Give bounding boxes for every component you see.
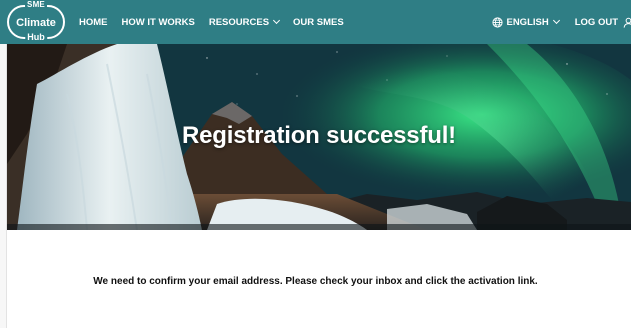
header-actions: ENGLISH LOG OUT [492,0,631,44]
sme-climate-hub-logo[interactable]: SME Climate Hub [7,1,65,42]
nav-resources[interactable]: RESOURCES [208,16,281,28]
user-icon [623,17,631,28]
page-title: Registration successful! [182,122,456,149]
page: SME Climate Hub HOME HOW IT WORKS RESOUR… [0,0,631,328]
nav-home[interactable]: HOME [79,17,108,28]
hero-banner: Registration successful! [7,44,631,230]
nav-how-it-works[interactable]: HOW IT WORKS [122,17,195,28]
logout-label: LOG OUT [574,16,618,28]
chevron-down-icon [273,16,281,25]
logo-text-climate: Climate [16,16,56,29]
globe-icon [492,16,504,28]
logo-text-hub: Hub [25,32,47,42]
logout-button[interactable]: LOG OUT [575,17,631,28]
language-selector[interactable]: ENGLISH [492,16,560,28]
nav-resources-label: RESOURCES [208,16,270,28]
chevron-down-icon [552,16,560,25]
nav-our-smes[interactable]: OUR SMES [293,17,344,28]
top-navigation: SME Climate Hub HOME HOW IT WORKS RESOUR… [0,0,631,44]
main-menu: HOME HOW IT WORKS RESOURCES OUR SMES [79,0,358,44]
logo-text-sme: SME [25,0,47,9]
language-label: ENGLISH [506,16,549,28]
confirmation-message: We need to confirm your email address. P… [93,276,538,287]
